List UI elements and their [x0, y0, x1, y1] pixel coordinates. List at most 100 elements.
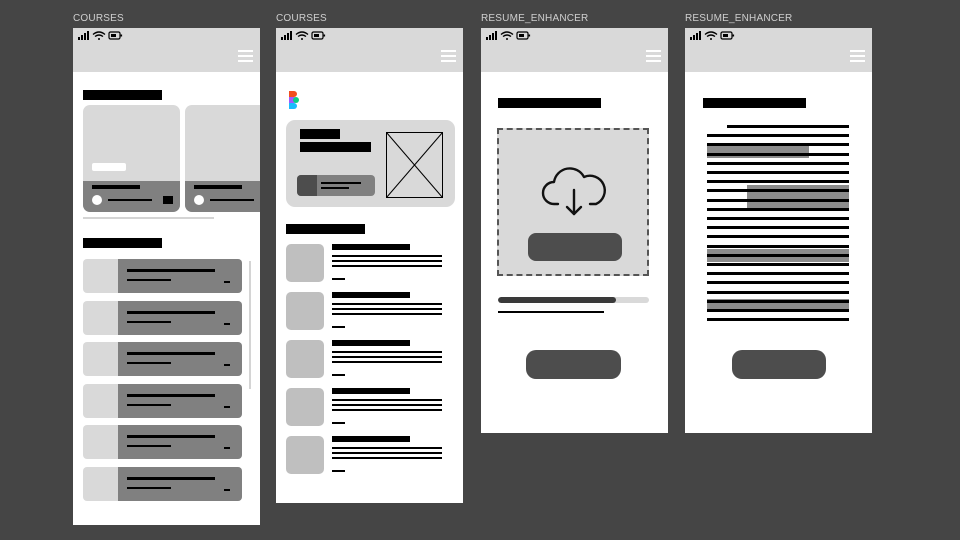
list-item-title: [127, 435, 215, 438]
list-item[interactable]: [83, 383, 242, 418]
signal-icon: [690, 31, 701, 40]
upload-status-text: [498, 311, 604, 313]
battery-icon: [720, 31, 735, 40]
status-bar: [481, 28, 668, 72]
status-bar: [73, 28, 260, 72]
lesson-meta: [332, 422, 345, 424]
hamburger-menu-icon[interactable]: [238, 50, 253, 63]
course-card-title: [194, 185, 242, 189]
list-item-title: [127, 310, 215, 314]
status-bar: [276, 28, 463, 72]
list-item-content: [118, 342, 242, 376]
lesson-thumbnail[interactable]: [286, 388, 324, 426]
list-item-meta: [224, 364, 230, 366]
lesson-title: [332, 292, 410, 298]
featured-title: [300, 129, 340, 139]
list-item[interactable]: [83, 300, 242, 335]
text-line: [707, 253, 849, 257]
signal-icon: [486, 31, 497, 40]
wifi-icon: [500, 31, 514, 40]
list-item[interactable]: [83, 259, 242, 293]
page-title: [703, 98, 806, 108]
text-line: [727, 125, 849, 128]
list-item-subtitle: [127, 362, 171, 364]
signal-icon: [78, 31, 89, 40]
list-item-meta: [224, 322, 230, 325]
wifi-icon: [295, 31, 309, 40]
list-item-content: [118, 383, 242, 418]
highlight-block: [707, 145, 809, 158]
text-line: [707, 235, 849, 239]
image-placeholder-icon: [386, 132, 443, 198]
text-line: [707, 299, 849, 303]
lesson-thumbnail[interactable]: [286, 340, 324, 378]
status-icons: [281, 31, 326, 40]
bookmark-icon[interactable]: [163, 196, 173, 204]
text-line: [707, 171, 849, 174]
section-title: [286, 224, 365, 234]
list-item-subtitle: [127, 320, 171, 323]
hamburger-menu-icon[interactable]: [850, 50, 865, 63]
text-line: [707, 134, 849, 138]
list-item[interactable]: [83, 425, 242, 459]
lesson-title: [332, 436, 410, 442]
list-scrollbar[interactable]: [249, 261, 251, 389]
course-card-meta: [210, 199, 254, 201]
lesson-thumbnail[interactable]: [286, 244, 324, 282]
list-item-content: [118, 425, 242, 459]
avatar: [92, 195, 102, 205]
submit-button[interactable]: [526, 350, 621, 379]
course-card-meta: [108, 199, 152, 201]
text-line: [707, 198, 849, 202]
signal-icon: [281, 31, 292, 40]
section-title: [83, 90, 162, 100]
upload-dropzone[interactable]: [497, 128, 649, 276]
lesson-thumbnail[interactable]: [286, 292, 324, 330]
hamburger-menu-icon[interactable]: [646, 50, 661, 63]
featured-course-card[interactable]: [286, 120, 455, 207]
list-item-meta: [224, 405, 230, 408]
resume-result-screen: [685, 28, 872, 433]
cloud-download-icon: [541, 167, 606, 216]
text-line: [707, 290, 849, 294]
course-card-footer: [185, 181, 260, 212]
list-item[interactable]: [83, 342, 242, 376]
wifi-icon: [92, 31, 106, 40]
lesson-description: [332, 265, 442, 267]
course-card[interactable]: [185, 105, 260, 212]
text-line: [707, 180, 849, 184]
lesson-description: [332, 457, 442, 459]
list-item-meta: [224, 447, 230, 449]
battery-icon: [108, 31, 123, 40]
lesson-description: [332, 351, 442, 353]
text-line: [707, 226, 849, 230]
lesson-meta: [332, 374, 345, 376]
avatar: [194, 195, 204, 205]
lesson-description: [332, 361, 442, 363]
list-item-content: [118, 300, 242, 335]
text-line: [707, 244, 849, 248]
lesson-meta: [332, 470, 345, 472]
enroll-button[interactable]: [297, 175, 375, 196]
text-line: [707, 152, 849, 156]
text-line: [707, 143, 849, 147]
lesson-description: [332, 356, 442, 358]
list-item-content: [118, 259, 242, 293]
battery-icon: [516, 31, 531, 40]
course-card-badge: [92, 163, 126, 171]
upload-progress-fill: [498, 297, 616, 303]
battery-icon: [311, 31, 326, 40]
text-line: [707, 217, 849, 220]
hamburger-menu-icon[interactable]: [441, 50, 456, 63]
text-line: [707, 272, 849, 276]
download-button[interactable]: [732, 350, 826, 379]
courses-screen: [73, 28, 260, 525]
carousel-scrollbar[interactable]: [83, 217, 214, 219]
course-card[interactable]: [83, 105, 180, 212]
lesson-thumbnail[interactable]: [286, 436, 324, 474]
list-item[interactable]: [83, 466, 242, 501]
upload-button[interactable]: [528, 233, 622, 261]
status-icons: [690, 31, 735, 40]
text-line: [707, 309, 849, 312]
lesson-description: [332, 260, 442, 262]
